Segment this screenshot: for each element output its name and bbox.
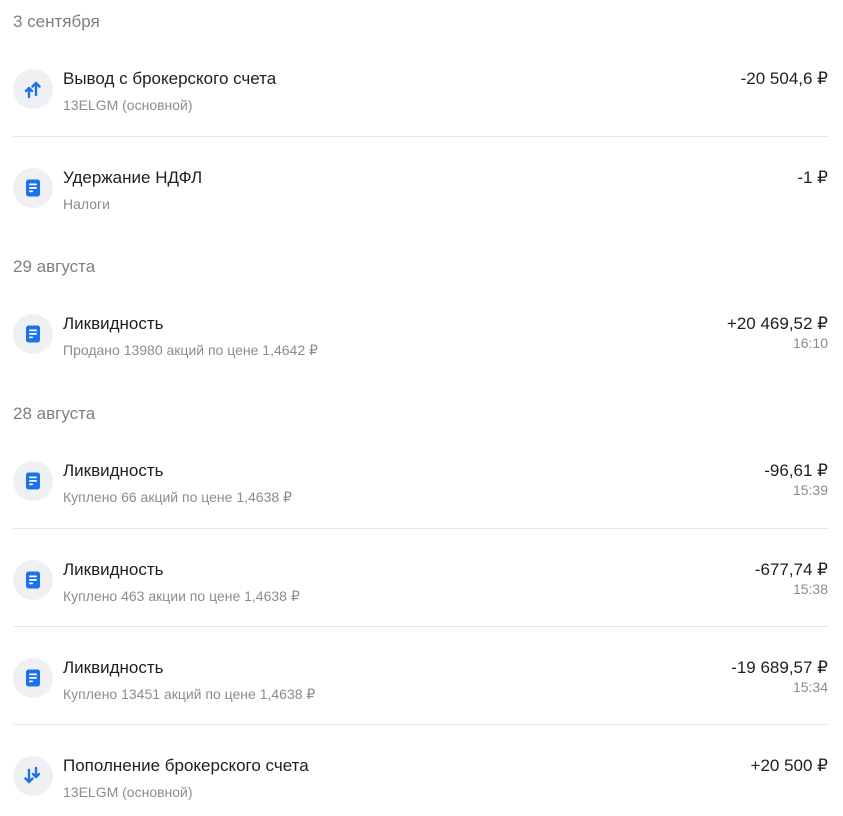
operation-title: Ликвидность: [63, 461, 164, 480]
document-icon: [13, 658, 53, 698]
operations-feed: 3 сентября Вывод с брокерского счета 13E…: [0, 0, 843, 815]
operation-row[interactable]: Пополнение брокерского счета 13ELGM (осн…: [13, 756, 828, 816]
operation-time: 15:38: [792, 581, 828, 597]
operation-time: 15:39: [792, 482, 828, 498]
divider: [13, 136, 828, 137]
operation-subtitle: Куплено 13451 акций по цене 1,4638 ₽: [63, 686, 316, 702]
divider: [13, 626, 828, 627]
date-header: 29 августа: [13, 257, 96, 276]
operation-time: 16:10: [792, 335, 828, 351]
operation-row[interactable]: Ликвидность Куплено 66 акций по цене 1,4…: [13, 461, 828, 521]
operation-row[interactable]: Ликвидность Куплено 463 акции по цене 1,…: [13, 560, 828, 620]
date-header: 3 сентября: [13, 12, 100, 31]
document-icon: [13, 560, 53, 600]
operation-title: Ликвидность: [63, 658, 164, 677]
divider: [13, 528, 828, 529]
operation-subtitle: 13ELGM (основной): [63, 97, 193, 113]
document-icon: [13, 168, 53, 208]
operation-amount: -96,61 ₽: [764, 461, 828, 480]
operation-time: 15:34: [792, 679, 828, 695]
document-icon: [13, 461, 53, 501]
operation-amount: -677,74 ₽: [754, 560, 828, 579]
document-icon: [13, 314, 53, 354]
date-header: 28 августа: [13, 404, 96, 423]
operation-row[interactable]: Вывод с брокерского счета 13ELGM (основн…: [13, 69, 828, 129]
operation-amount: -20 504,6 ₽: [740, 69, 828, 88]
operation-title: Ликвидность: [63, 560, 164, 579]
operation-title: Вывод с брокерского счета: [63, 69, 277, 88]
operation-title: Пополнение брокерского счета: [63, 756, 309, 775]
operation-title: Ликвидность: [63, 314, 164, 333]
operation-subtitle: Куплено 463 акции по цене 1,4638 ₽: [63, 588, 300, 604]
operation-subtitle: Продано 13980 акций по цене 1,4642 ₽: [63, 342, 318, 358]
operation-row[interactable]: Ликвидность Продано 13980 акций по цене …: [13, 314, 828, 374]
operation-subtitle: Куплено 66 акций по цене 1,4638 ₽: [63, 489, 292, 505]
operation-subtitle: 13ELGM (основной): [63, 784, 193, 800]
operation-amount: +20 500 ₽: [750, 756, 828, 775]
operation-amount: -19 689,57 ₽: [731, 658, 828, 677]
divider: [13, 724, 828, 725]
operation-amount: -1 ₽: [797, 168, 828, 187]
deposit-arrows-icon: [13, 756, 53, 796]
operation-row[interactable]: Ликвидность Куплено 13451 акций по цене …: [13, 658, 828, 718]
operation-amount: +20 469,52 ₽: [726, 314, 828, 333]
operation-title: Удержание НДФЛ: [63, 168, 203, 187]
operation-row[interactable]: Удержание НДФЛ Налоги -1 ₽: [13, 168, 828, 228]
operation-subtitle: Налоги: [63, 196, 110, 212]
withdraw-arrows-icon: [13, 69, 53, 109]
